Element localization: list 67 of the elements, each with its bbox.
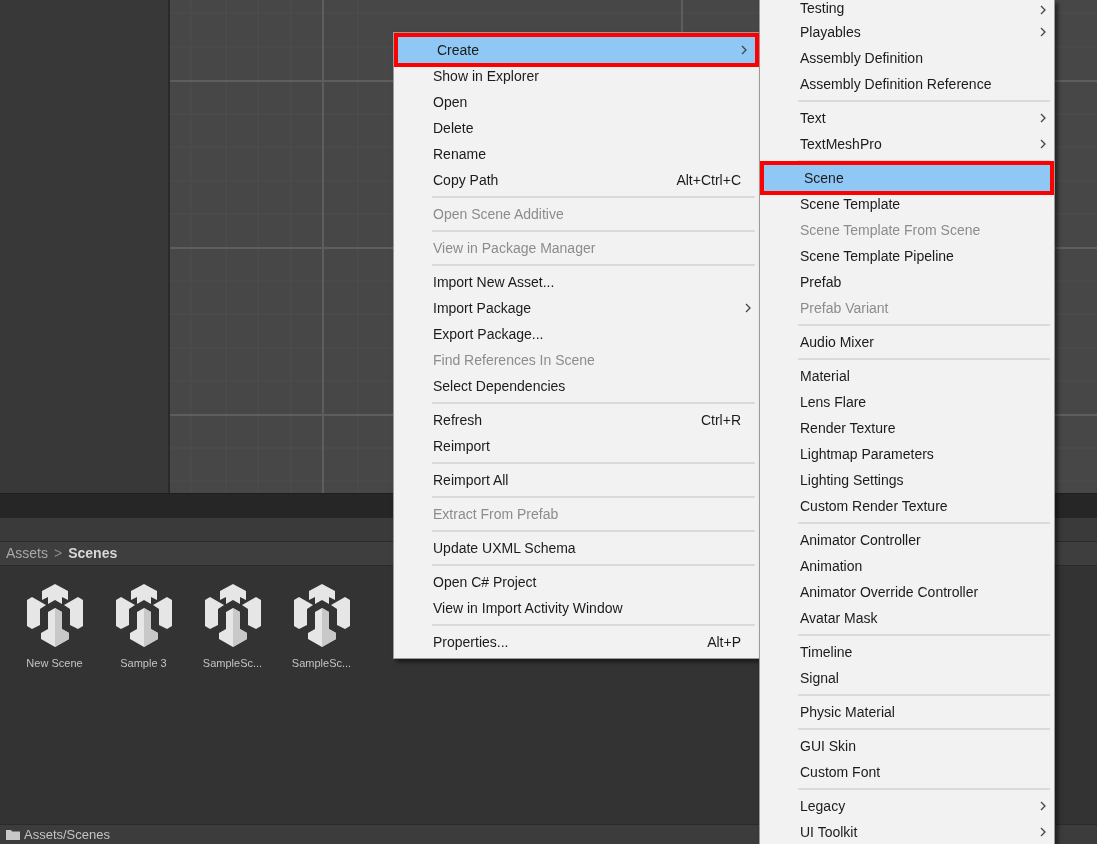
folder-icon xyxy=(6,829,20,840)
cube-logo-icon[interactable] xyxy=(114,583,173,649)
menu-item[interactable]: Update UXML Schema xyxy=(394,535,759,561)
menu-item[interactable]: Testing xyxy=(760,0,1054,19)
menu-item[interactable]: Animation xyxy=(760,553,1054,579)
menu-item[interactable]: UI Toolkit xyxy=(760,819,1054,844)
menu-item[interactable]: Select Dependencies xyxy=(394,373,759,399)
menu-item[interactable]: View in Import Activity Window xyxy=(394,595,759,621)
menu-item[interactable]: Refresh Ctrl+R xyxy=(394,407,759,433)
menu-item[interactable]: Assembly Definition Reference xyxy=(760,71,1054,97)
menu-item[interactable]: Scene Template Pipeline xyxy=(760,243,1054,269)
menu-item[interactable]: Create xyxy=(394,33,759,67)
asset-label: SampleSc... xyxy=(291,656,352,671)
chevron-right-icon xyxy=(1040,4,1046,15)
menu-item[interactable]: Lightmap Parameters xyxy=(760,441,1054,467)
breadcrumb-item[interactable]: Scenes xyxy=(68,543,118,564)
chevron-right-icon xyxy=(1040,801,1046,811)
menu-item[interactable]: TextMeshPro xyxy=(760,131,1054,157)
breadcrumb-separator: > xyxy=(54,544,63,563)
chevron-right-icon xyxy=(1040,113,1046,123)
menu-item[interactable]: Timeline xyxy=(760,639,1054,665)
menu-item[interactable]: Assembly Definition xyxy=(760,45,1054,71)
menu-item[interactable]: Reimport All xyxy=(394,467,759,493)
menu-item[interactable]: Animator Override Controller xyxy=(760,579,1054,605)
menu-item[interactable]: GUI Skin xyxy=(760,733,1054,759)
menu-item[interactable]: Lens Flare xyxy=(760,389,1054,415)
chevron-right-icon xyxy=(1040,139,1046,149)
menu-item[interactable]: Lighting Settings xyxy=(760,467,1054,493)
shortcut-label: Alt+P xyxy=(707,632,741,652)
menu-item[interactable]: Delete xyxy=(394,115,759,141)
menu-item[interactable]: Legacy xyxy=(760,793,1054,819)
menu-item[interactable]: Export Package... xyxy=(394,321,759,347)
menu-item[interactable]: Copy Path Alt+Ctrl+C xyxy=(394,167,759,193)
cube-logo-icon[interactable] xyxy=(203,583,262,649)
menu-item[interactable]: Scene xyxy=(760,161,1054,195)
menu-item[interactable]: Physic Material xyxy=(760,699,1054,725)
breadcrumb-item[interactable]: Assets xyxy=(6,543,48,564)
chevron-right-icon xyxy=(1040,827,1046,837)
menu-item[interactable]: Prefab xyxy=(760,269,1054,295)
menu-item[interactable]: Signal xyxy=(760,665,1054,691)
menu-item[interactable]: Text xyxy=(760,105,1054,131)
menu-item[interactable]: Material xyxy=(760,363,1054,389)
menu-item[interactable]: Custom Font xyxy=(760,759,1054,785)
shortcut-label: Alt+Ctrl+C xyxy=(676,170,741,190)
menu-item[interactable]: Reimport xyxy=(394,433,759,459)
asset-label: New Scene xyxy=(26,656,83,671)
menu-item[interactable]: Rename xyxy=(394,141,759,167)
menu-item[interactable]: Playables xyxy=(760,19,1054,45)
menu-item[interactable]: Avatar Mask xyxy=(760,605,1054,631)
menu-item[interactable]: Import Package xyxy=(394,295,759,321)
chevron-right-icon xyxy=(1040,27,1046,37)
menu-item[interactable]: Properties... Alt+P xyxy=(394,629,759,655)
shortcut-label: Ctrl+R xyxy=(700,410,741,430)
menu-item[interactable]: Audio Mixer xyxy=(760,329,1054,355)
cube-logo-icon[interactable] xyxy=(292,583,351,649)
asset-label: Sample 3 xyxy=(120,656,167,671)
chevron-right-icon xyxy=(741,45,747,55)
folder-path: Assets/Scenes xyxy=(24,825,110,844)
cube-logo-icon[interactable] xyxy=(25,583,84,649)
menu-item[interactable]: Custom Render Texture xyxy=(760,493,1054,519)
menu-item[interactable]: Import New Asset... xyxy=(394,269,759,295)
menu-item[interactable]: Open C# Project xyxy=(394,569,759,595)
asset-label: SampleSc... xyxy=(202,656,263,671)
menu-item[interactable]: Open xyxy=(394,89,759,115)
chevron-right-icon xyxy=(745,303,751,313)
menu-item[interactable]: Render Texture xyxy=(760,415,1054,441)
menu-item[interactable]: Animator Controller xyxy=(760,527,1054,553)
